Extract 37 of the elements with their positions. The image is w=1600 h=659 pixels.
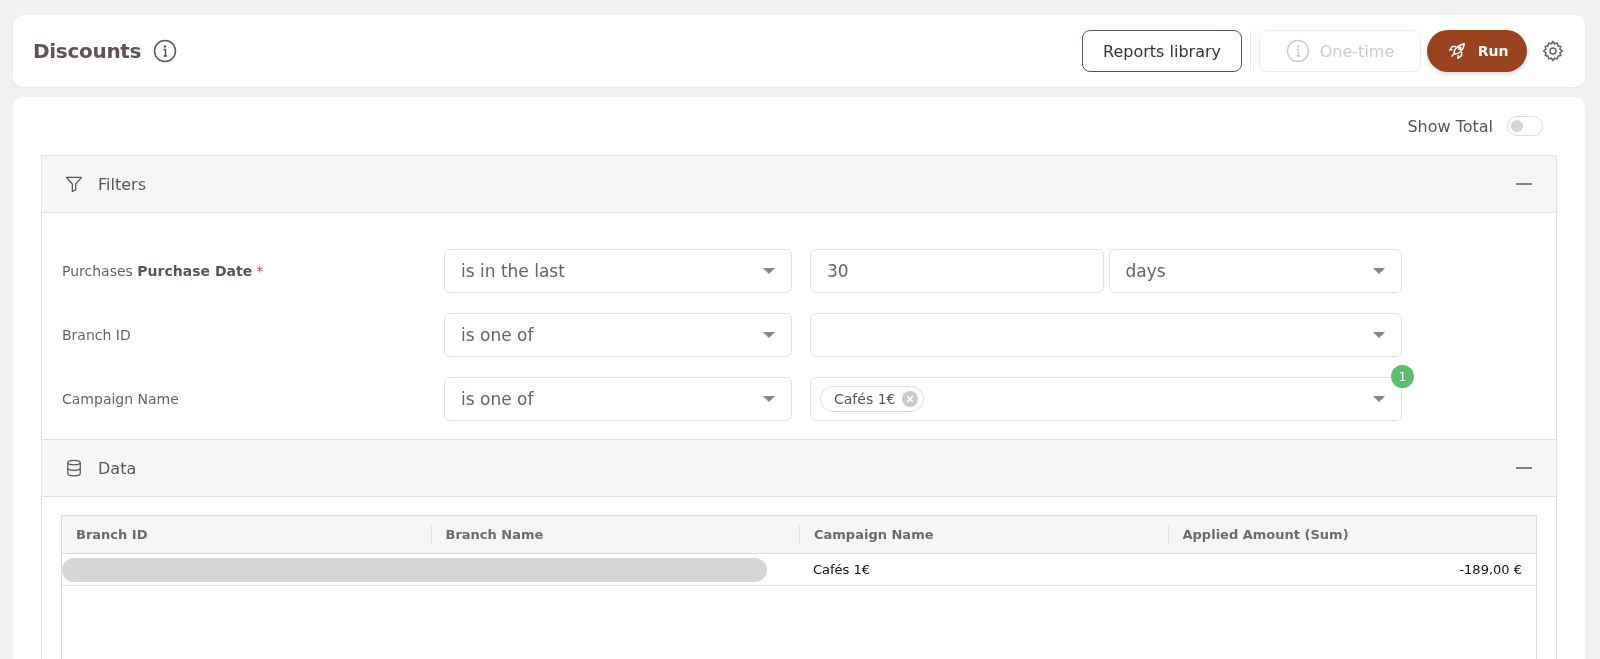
- required-mark: *: [256, 263, 264, 279]
- show-total-toggle[interactable]: [1507, 116, 1543, 136]
- caret-icon: [1373, 396, 1385, 402]
- filter-label: Branch ID: [62, 327, 131, 343]
- filters-header[interactable]: Filters: [42, 156, 1556, 213]
- caret-icon: [1373, 268, 1385, 274]
- info-icon: [1285, 39, 1310, 63]
- show-total-label: Show Total: [1407, 116, 1493, 136]
- operator-select[interactable]: is one of: [444, 313, 792, 357]
- operator-select[interactable]: is in the last: [444, 249, 792, 293]
- caret-icon: [763, 332, 775, 338]
- run-button[interactable]: Run: [1427, 30, 1527, 72]
- caret-icon: [763, 268, 775, 274]
- operator-select[interactable]: is one of: [444, 377, 792, 421]
- info-icon[interactable]: [153, 39, 178, 63]
- count-badge: 1: [1391, 365, 1414, 388]
- unit-select[interactable]: days: [1108, 249, 1402, 293]
- values-select[interactable]: Cafés 1€: [810, 377, 1402, 421]
- value-input[interactable]: 30: [810, 249, 1104, 293]
- table-cell: -189,00 €: [1459, 562, 1522, 577]
- column-header[interactable]: Branch ID: [76, 527, 148, 542]
- filter-label: Campaign Name: [62, 391, 179, 407]
- table-cell: Cafés 1€: [813, 562, 871, 577]
- column-header[interactable]: Applied Amount (Sum): [1182, 527, 1349, 542]
- caret-icon: [763, 396, 775, 402]
- caret-icon: [1373, 332, 1385, 338]
- column-header[interactable]: Branch Name: [445, 527, 544, 542]
- column-header[interactable]: Campaign Name: [814, 527, 934, 542]
- database-icon: [64, 458, 84, 478]
- settings-icon[interactable]: [1541, 39, 1565, 63]
- reports-library-button[interactable]: Reports library: [1082, 30, 1242, 72]
- data-title: Data: [98, 458, 138, 478]
- filter-label: Purchases Purchase Date: [62, 263, 253, 279]
- data-header[interactable]: Data: [42, 439, 1556, 497]
- filter-icon: [64, 174, 84, 194]
- page-title: Discounts: [33, 39, 142, 63]
- filters-title: Filters: [98, 174, 147, 194]
